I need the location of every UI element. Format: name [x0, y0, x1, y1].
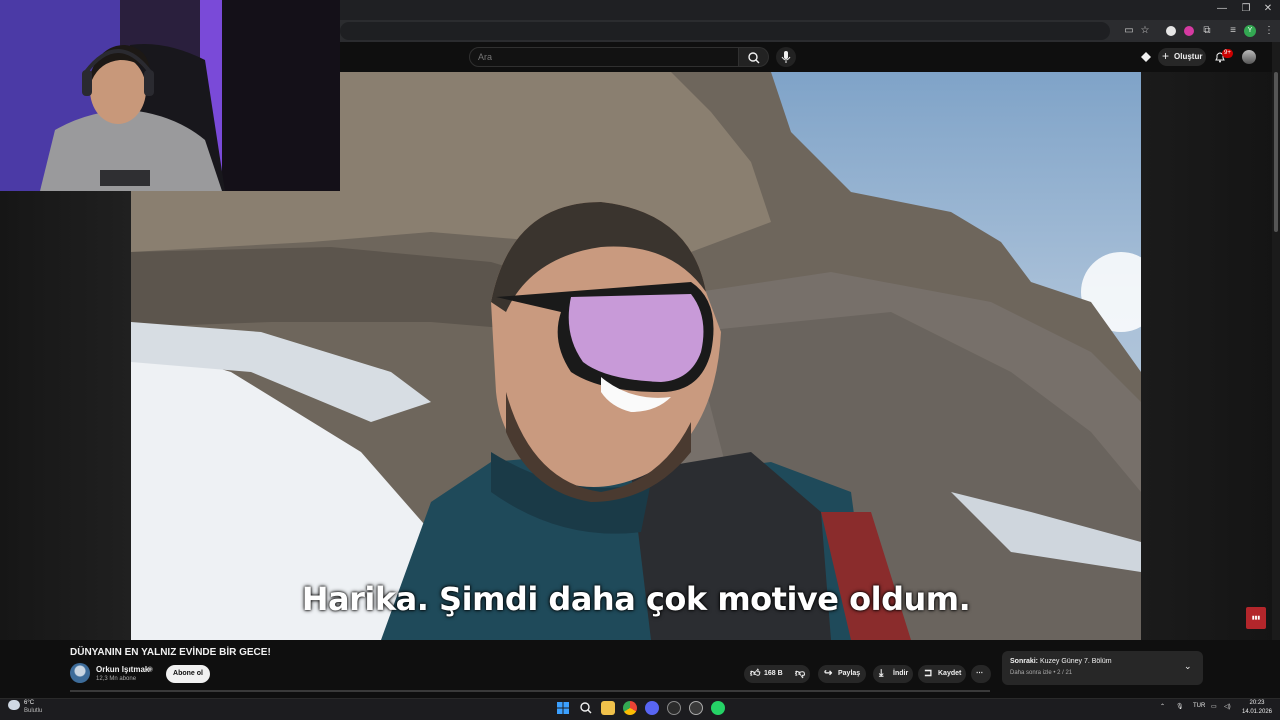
up-next-panel[interactable] [1002, 651, 1203, 685]
scrollbar-thumb[interactable] [1274, 72, 1278, 232]
share-label: Paylaş [838, 670, 861, 677]
network-icon[interactable]: ▭ [1211, 703, 1217, 710]
microphone-tray-icon[interactable]: 🎙︎ [1176, 703, 1184, 710]
search-input[interactable] [478, 50, 728, 64]
channel-watermark-icon[interactable]: ▮▮▮ [1246, 607, 1266, 629]
weather-temperature[interactable]: 6°C [24, 700, 34, 706]
minimize-button[interactable]: — [1210, 3, 1234, 14]
download-icon: ⤓ [879, 668, 884, 679]
download-button[interactable]: ⤓ İndir [873, 665, 913, 683]
verified-badge-icon: ◉ [147, 666, 154, 673]
tray-overflow-icon[interactable]: ⌃ [1160, 703, 1165, 710]
clock-date[interactable]: 14.01.2026 [1240, 709, 1274, 715]
notification-count-badge: 9+ [1222, 49, 1233, 58]
extensions-puzzle-icon[interactable]: ⧉ [1200, 24, 1214, 38]
search-icon [748, 52, 760, 64]
voice-search-button[interactable] [776, 47, 796, 67]
more-horizontal-icon: ⋯ [976, 670, 983, 677]
channel-avatar[interactable] [70, 663, 90, 683]
bookmark-star-icon[interactable]: ☆ [1138, 24, 1152, 38]
weather-cloud-icon[interactable] [8, 700, 20, 710]
subscriber-count: 12,3 Mn abone [96, 676, 137, 682]
dislike-button[interactable]: 👎︎ [790, 665, 810, 683]
share-icon: ↪ [824, 668, 833, 679]
chevron-down-icon[interactable]: ⌄ [1184, 661, 1192, 672]
thumbs-up-icon: 👍︎ [750, 668, 761, 679]
discord-icon[interactable] [645, 701, 659, 715]
bookmark-icon: ⊐ [924, 668, 933, 679]
chrome-icon[interactable] [623, 701, 637, 715]
browser-menu-icon[interactable]: ⋮ [1262, 24, 1276, 38]
obs-icon[interactable] [667, 701, 681, 715]
like-button[interactable]: 👍︎ 168 B [744, 665, 788, 683]
file-explorer-icon[interactable] [601, 701, 615, 715]
streamer-webcam-image [0, 0, 340, 191]
channel-name[interactable]: Orkun Işıtmak [96, 665, 149, 674]
profile-avatar[interactable]: Y [1244, 25, 1256, 37]
account-avatar[interactable] [1242, 50, 1256, 64]
up-next-title: Sonraki: Kuzey Güney 7. Bölüm [1010, 658, 1112, 665]
start-menu-icon[interactable] [556, 701, 570, 715]
weather-condition[interactable]: Bulutlu [24, 708, 42, 714]
up-next-video-title: Kuzey Güney 7. Bölüm [1039, 658, 1112, 665]
taskbar-search-icon[interactable] [579, 701, 593, 715]
save-button[interactable]: ⊐ Kaydet [918, 665, 966, 683]
whatsapp-icon[interactable] [711, 701, 725, 715]
webcam-overlay [0, 0, 340, 191]
section-divider [70, 690, 990, 692]
up-next-prefix: Sonraki: [1010, 658, 1039, 665]
reading-list-icon[interactable]: ≡ [1226, 24, 1240, 38]
app-icon[interactable] [689, 701, 703, 715]
extension-icon[interactable] [1166, 26, 1176, 36]
cast-alt-icon[interactable] [1140, 51, 1152, 63]
volume-icon[interactable]: ◁) [1224, 703, 1231, 710]
language-indicator[interactable]: TUR [1193, 703, 1205, 709]
close-window-button[interactable]: ✕ [1256, 3, 1280, 14]
thumbs-down-icon: 👎︎ [795, 668, 806, 679]
video-subtitle: Harika. Şimdi daha çok motive oldum. [301, 580, 971, 618]
maximize-button[interactable]: ❐ [1234, 3, 1258, 14]
clock-time[interactable]: 20:23 [1242, 700, 1272, 706]
extension-icon[interactable] [1184, 26, 1194, 36]
player-ambient-right [1141, 72, 1280, 640]
search-button[interactable] [739, 47, 769, 67]
more-actions-button[interactable]: ⋯ [971, 665, 991, 683]
share-button[interactable]: ↪ Paylaş [818, 665, 866, 683]
like-count: 168 B [764, 670, 783, 677]
save-label: Kaydet [938, 670, 962, 677]
plus-icon: + [1162, 49, 1170, 63]
up-next-subtitle: Daha sonra izle • 2 / 21 [1010, 670, 1073, 676]
download-label: İndir [893, 670, 909, 677]
address-bar[interactable] [340, 22, 1110, 40]
microphone-icon [781, 51, 791, 63]
windows-taskbar [0, 698, 1280, 720]
subscribe-button[interactable]: Abone ol [166, 665, 210, 683]
video-title: DÜNYANIN EN YALNIZ EVİNDE BİR GECE! [70, 647, 271, 658]
cast-icon[interactable]: ▭ [1122, 24, 1136, 38]
